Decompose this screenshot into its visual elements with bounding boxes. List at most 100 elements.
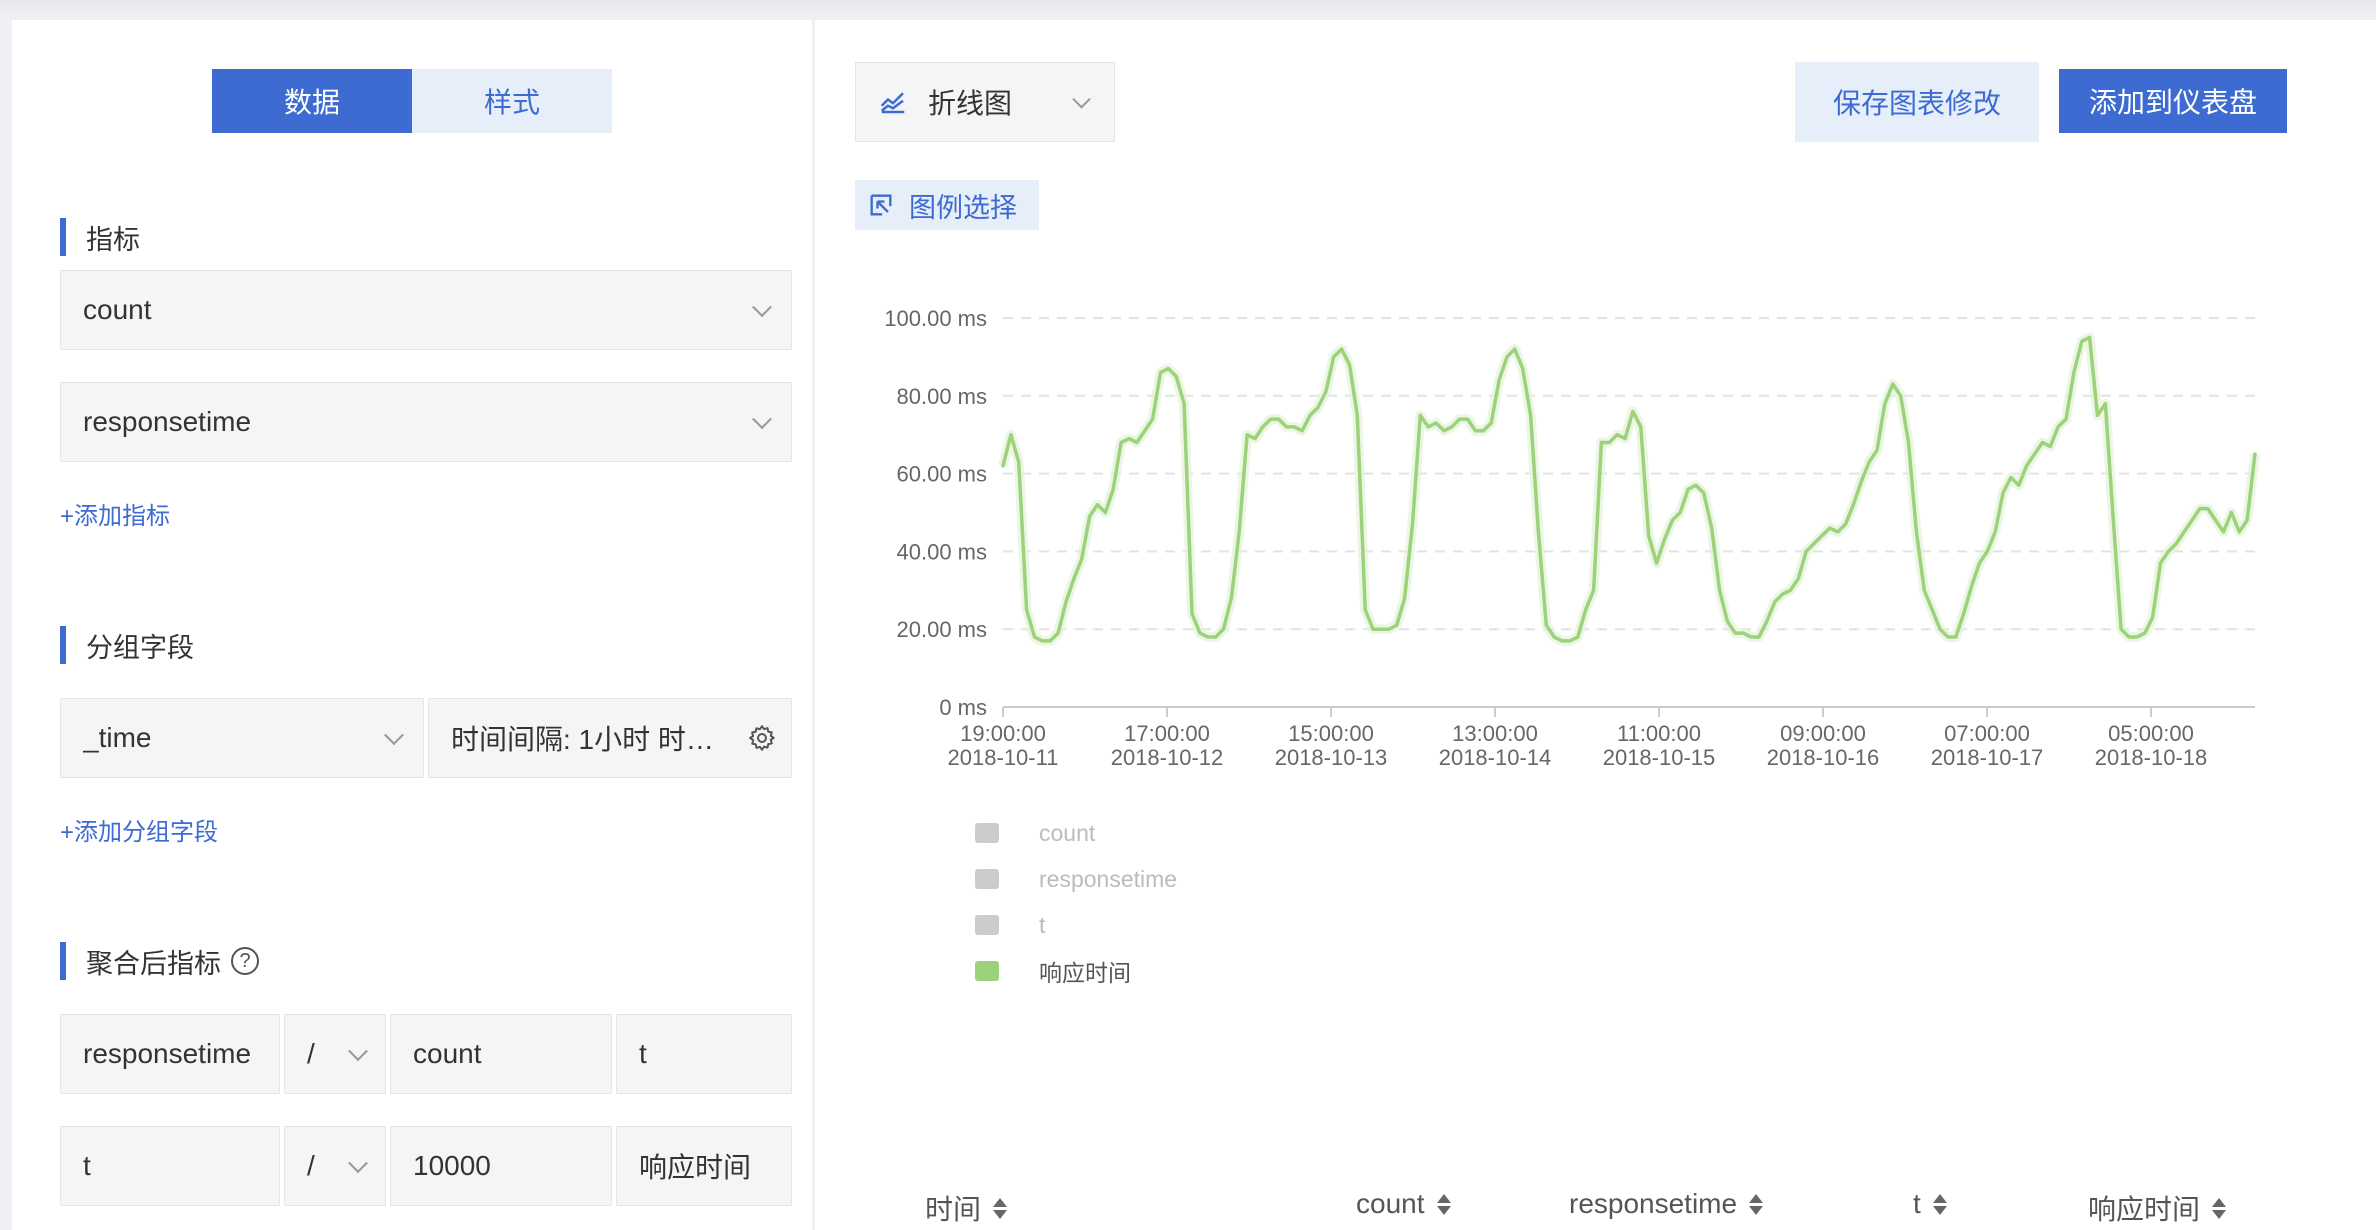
group-field-select[interactable]: _time — [60, 698, 424, 778]
agg-row1-operator-select[interactable]: / — [284, 1014, 386, 1094]
y-tick-label: 60.00 ms — [897, 462, 988, 487]
x-tick-label-date: 2018-10-18 — [2095, 745, 2208, 770]
legend-swatch — [975, 823, 999, 843]
left-config-panel: 数据 样式 指标 count responsetime +添加指标 分组字段 _… — [12, 20, 812, 1230]
time-interval-value: 时间间隔: 1小时 时区: +8 — [451, 724, 731, 755]
sort-icon — [2212, 1197, 2227, 1219]
table-header: 时间 count responsetime t 响应时间 — [815, 1188, 2376, 1230]
line-chart: 0 ms 20.00 ms 40.00 ms 60.00 ms 80.00 ms 100.… — [884, 306, 2260, 770]
legend-label: count — [1039, 819, 1096, 846]
time-interval-field[interactable]: 时间间隔: 1小时 时区: +8 — [428, 698, 792, 778]
metric-select-2[interactable]: responsetime — [60, 382, 792, 462]
top-shade — [0, 0, 2376, 20]
agg-row2-right-value: 10000 — [413, 1150, 491, 1181]
column-header-t-label: t — [1913, 1188, 1921, 1219]
chart-legend: count responsetime t 响应时间 — [975, 810, 1177, 994]
agg-row2-left-value: t — [83, 1150, 91, 1181]
x-tick-label-date: 2018-10-16 — [1767, 745, 1880, 770]
column-header-t[interactable]: t — [1913, 1188, 1947, 1220]
group-field-value: _time — [83, 722, 152, 753]
column-header-response-time-label: 响应时间 — [2088, 1194, 2201, 1225]
x-tick-label-time: 19:00:00 — [960, 721, 1046, 746]
y-tick-label: 0 ms — [939, 695, 987, 720]
chevron-down-icon — [1072, 90, 1091, 109]
agg-row2-right-field[interactable]: 10000 — [390, 1126, 612, 1206]
line-chart-icon — [880, 92, 905, 114]
agg-section-title: 聚合后指标 ? — [60, 942, 259, 980]
agg-row1-alias-field[interactable]: t — [616, 1014, 792, 1094]
sort-icon — [993, 1197, 1008, 1219]
legend-item[interactable]: responsetime — [975, 856, 1177, 902]
x-tick-label-time: 11:00:00 — [1617, 721, 1701, 746]
save-chart-button[interactable]: 保存图表修改 — [1795, 62, 2039, 142]
legend-select-button[interactable]: 图例选择 — [855, 180, 1039, 230]
x-tick-label-date: 2018-10-12 — [1111, 745, 1224, 770]
add-group-field-link[interactable]: +添加分组字段 — [60, 812, 218, 847]
x-tick-label-time: 07:00:00 — [1944, 721, 2030, 746]
metric-select-1-value: count — [83, 294, 152, 325]
tab-style[interactable]: 样式 — [412, 69, 612, 133]
column-header-responsetime[interactable]: responsetime — [1569, 1188, 1764, 1220]
agg-section-title-text: 聚合后指标 — [86, 948, 221, 979]
column-header-responsetime-label: responsetime — [1569, 1188, 1738, 1219]
y-tick-label: 40.00 ms — [897, 539, 988, 564]
x-tick-label-time: 15:00:00 — [1288, 721, 1374, 746]
legend-label: t — [1039, 911, 1046, 938]
agg-row2-operator-select[interactable]: / — [284, 1126, 386, 1206]
y-tick-label: 20.00 ms — [897, 617, 988, 642]
agg-row1-alias-value: t — [639, 1038, 647, 1069]
agg-row2-operator-value: / — [307, 1150, 315, 1181]
gear-icon[interactable] — [747, 723, 777, 753]
chart-type-value: 折线图 — [928, 88, 1013, 119]
y-tick-label: 80.00 ms — [897, 384, 988, 409]
agg-row2-left-select[interactable]: t — [60, 1126, 280, 1206]
chart-preview-panel: 折线图 保存图表修改 添加到仪表盘 图例选择 0 ms 20.00 ms 40.00… — [815, 20, 2376, 1230]
agg-row2-alias-value: 响应时间 — [639, 1152, 752, 1183]
chevron-down-icon — [752, 297, 772, 318]
agg-row1-right-field[interactable]: count — [390, 1014, 612, 1094]
metric-select-1[interactable]: count — [60, 270, 792, 350]
column-header-count-label: count — [1356, 1188, 1425, 1219]
add-to-dashboard-button[interactable]: 添加到仪表盘 — [2059, 69, 2287, 133]
x-tick-label-time: 17:00:00 — [1124, 721, 1210, 746]
x-tick-label-time: 13:00:00 — [1452, 721, 1538, 746]
x-tick-label-date: 2018-10-13 — [1275, 745, 1388, 770]
help-icon[interactable]: ? — [231, 947, 259, 975]
sort-icon — [1436, 1193, 1451, 1215]
legend-label: responsetime — [1039, 865, 1178, 892]
chevron-down-icon — [348, 1153, 368, 1174]
panel-tabs: 数据 样式 — [212, 69, 612, 133]
metric-select-2-value: responsetime — [83, 406, 252, 437]
legend-swatch — [975, 915, 999, 935]
legend-item[interactable]: count — [975, 810, 1177, 856]
column-header-response-time[interactable]: 响应时间 — [2088, 1188, 2227, 1228]
select-cursor-icon — [870, 194, 892, 216]
add-metric-link[interactable]: +添加指标 — [60, 496, 170, 531]
x-tick-label-time: 05:00:00 — [2108, 721, 2194, 746]
metrics-section-title: 指标 — [60, 218, 140, 256]
legend-swatch — [975, 961, 999, 981]
agg-row2-alias-field[interactable]: 响应时间 — [616, 1126, 792, 1206]
agg-row1-left-value: responsetime — [83, 1038, 252, 1069]
sort-icon — [1749, 1193, 1764, 1215]
chevron-down-icon — [384, 725, 404, 746]
x-tick-label-date: 2018-10-17 — [1931, 745, 2044, 770]
chart-type-select[interactable]: 折线图 — [855, 62, 1115, 142]
x-tick-label-date: 2018-10-14 — [1439, 745, 1552, 770]
x-tick-label-date: 2018-10-11 — [948, 745, 1059, 770]
agg-row1-right-value: count — [413, 1038, 482, 1069]
column-header-time-label: 时间 — [925, 1194, 982, 1225]
legend-swatch — [975, 869, 999, 889]
legend-item[interactable]: 响应时间 — [975, 948, 1177, 994]
agg-row1-operator-value: / — [307, 1038, 315, 1069]
chevron-down-icon — [752, 409, 772, 430]
column-header-count[interactable]: count — [1356, 1188, 1451, 1220]
tab-data[interactable]: 数据 — [212, 69, 412, 133]
x-tick-label-date: 2018-10-15 — [1603, 745, 1716, 770]
column-header-time[interactable]: 时间 — [925, 1188, 1008, 1228]
agg-row1-left-select[interactable]: responsetime — [60, 1014, 280, 1094]
legend-item[interactable]: t — [975, 902, 1177, 948]
x-tick-label-time: 09:00:00 — [1780, 721, 1866, 746]
y-tick-label: 100.00 ms — [884, 306, 987, 331]
legend-label: 响应时间 — [1039, 960, 1131, 986]
